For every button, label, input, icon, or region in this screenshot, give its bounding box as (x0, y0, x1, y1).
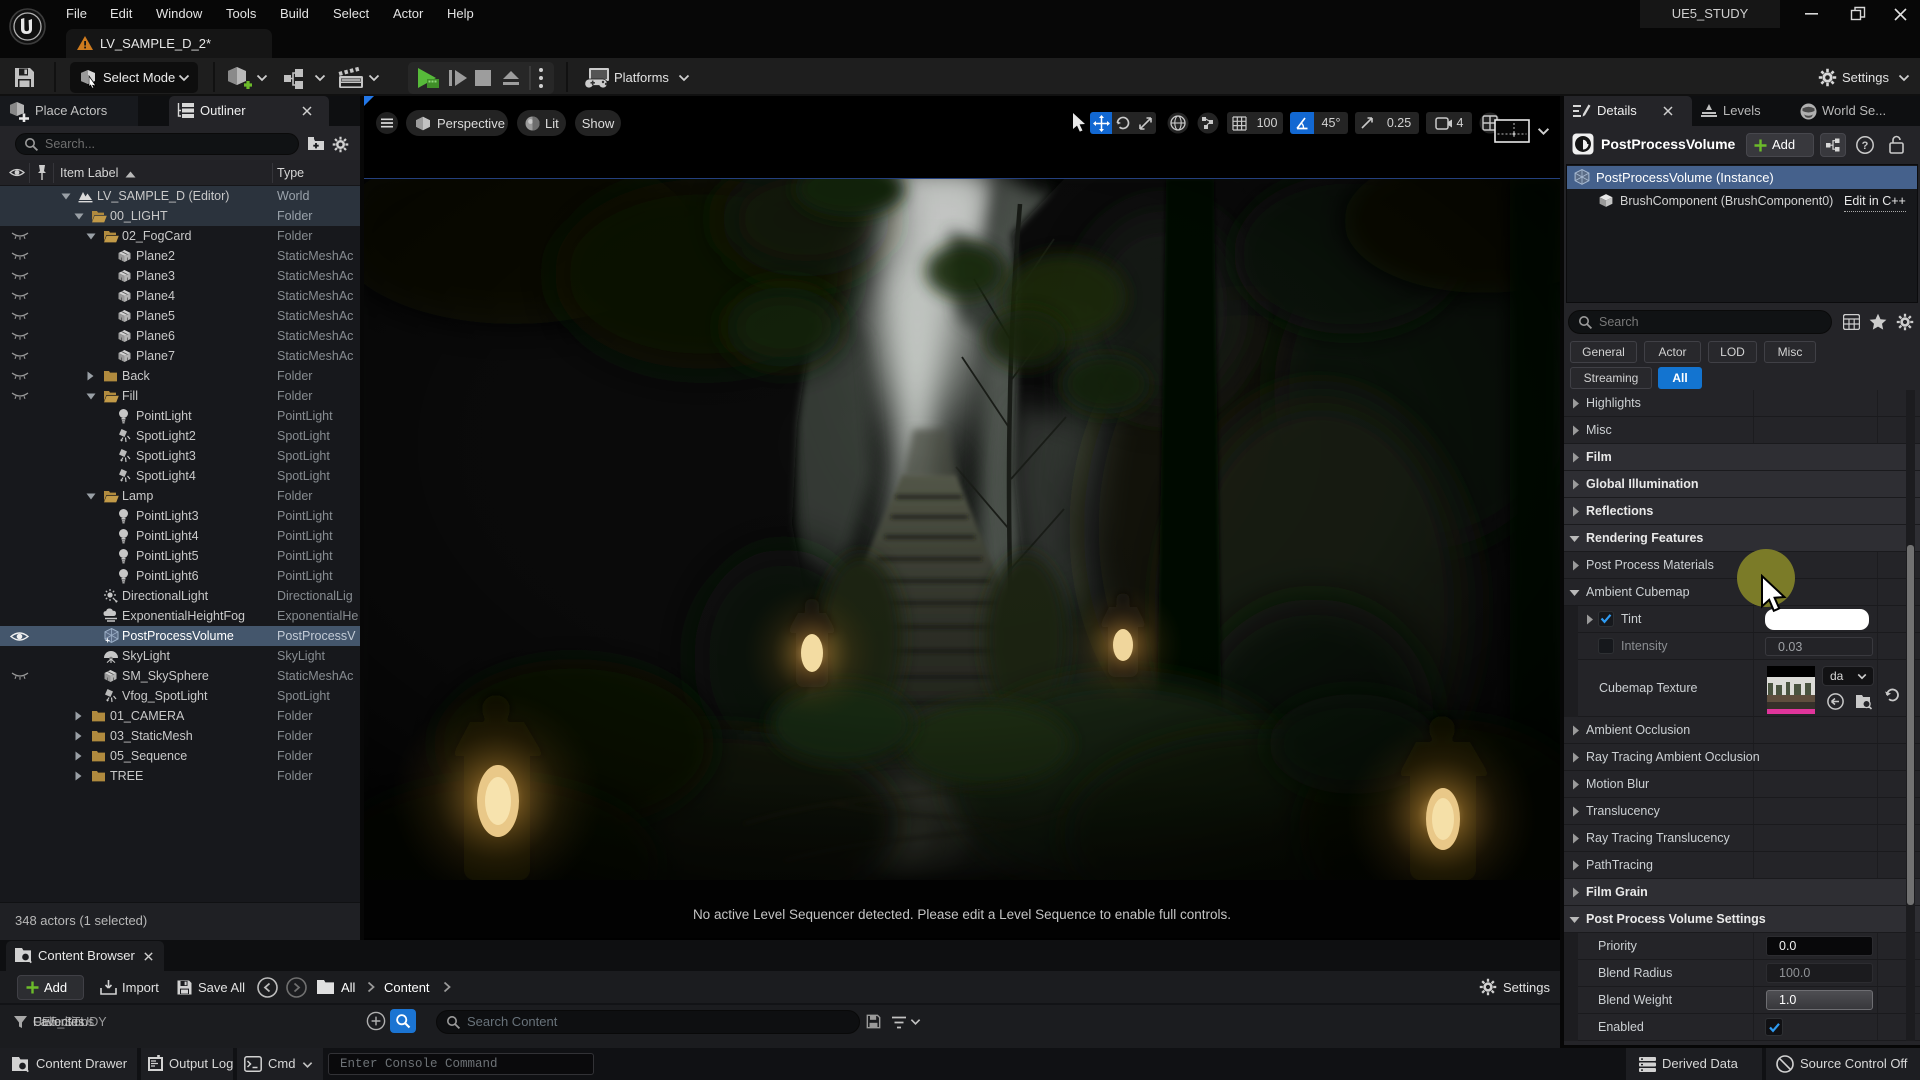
svg-text:?: ? (1862, 140, 1869, 152)
svg-text:+: + (105, 636, 110, 644)
